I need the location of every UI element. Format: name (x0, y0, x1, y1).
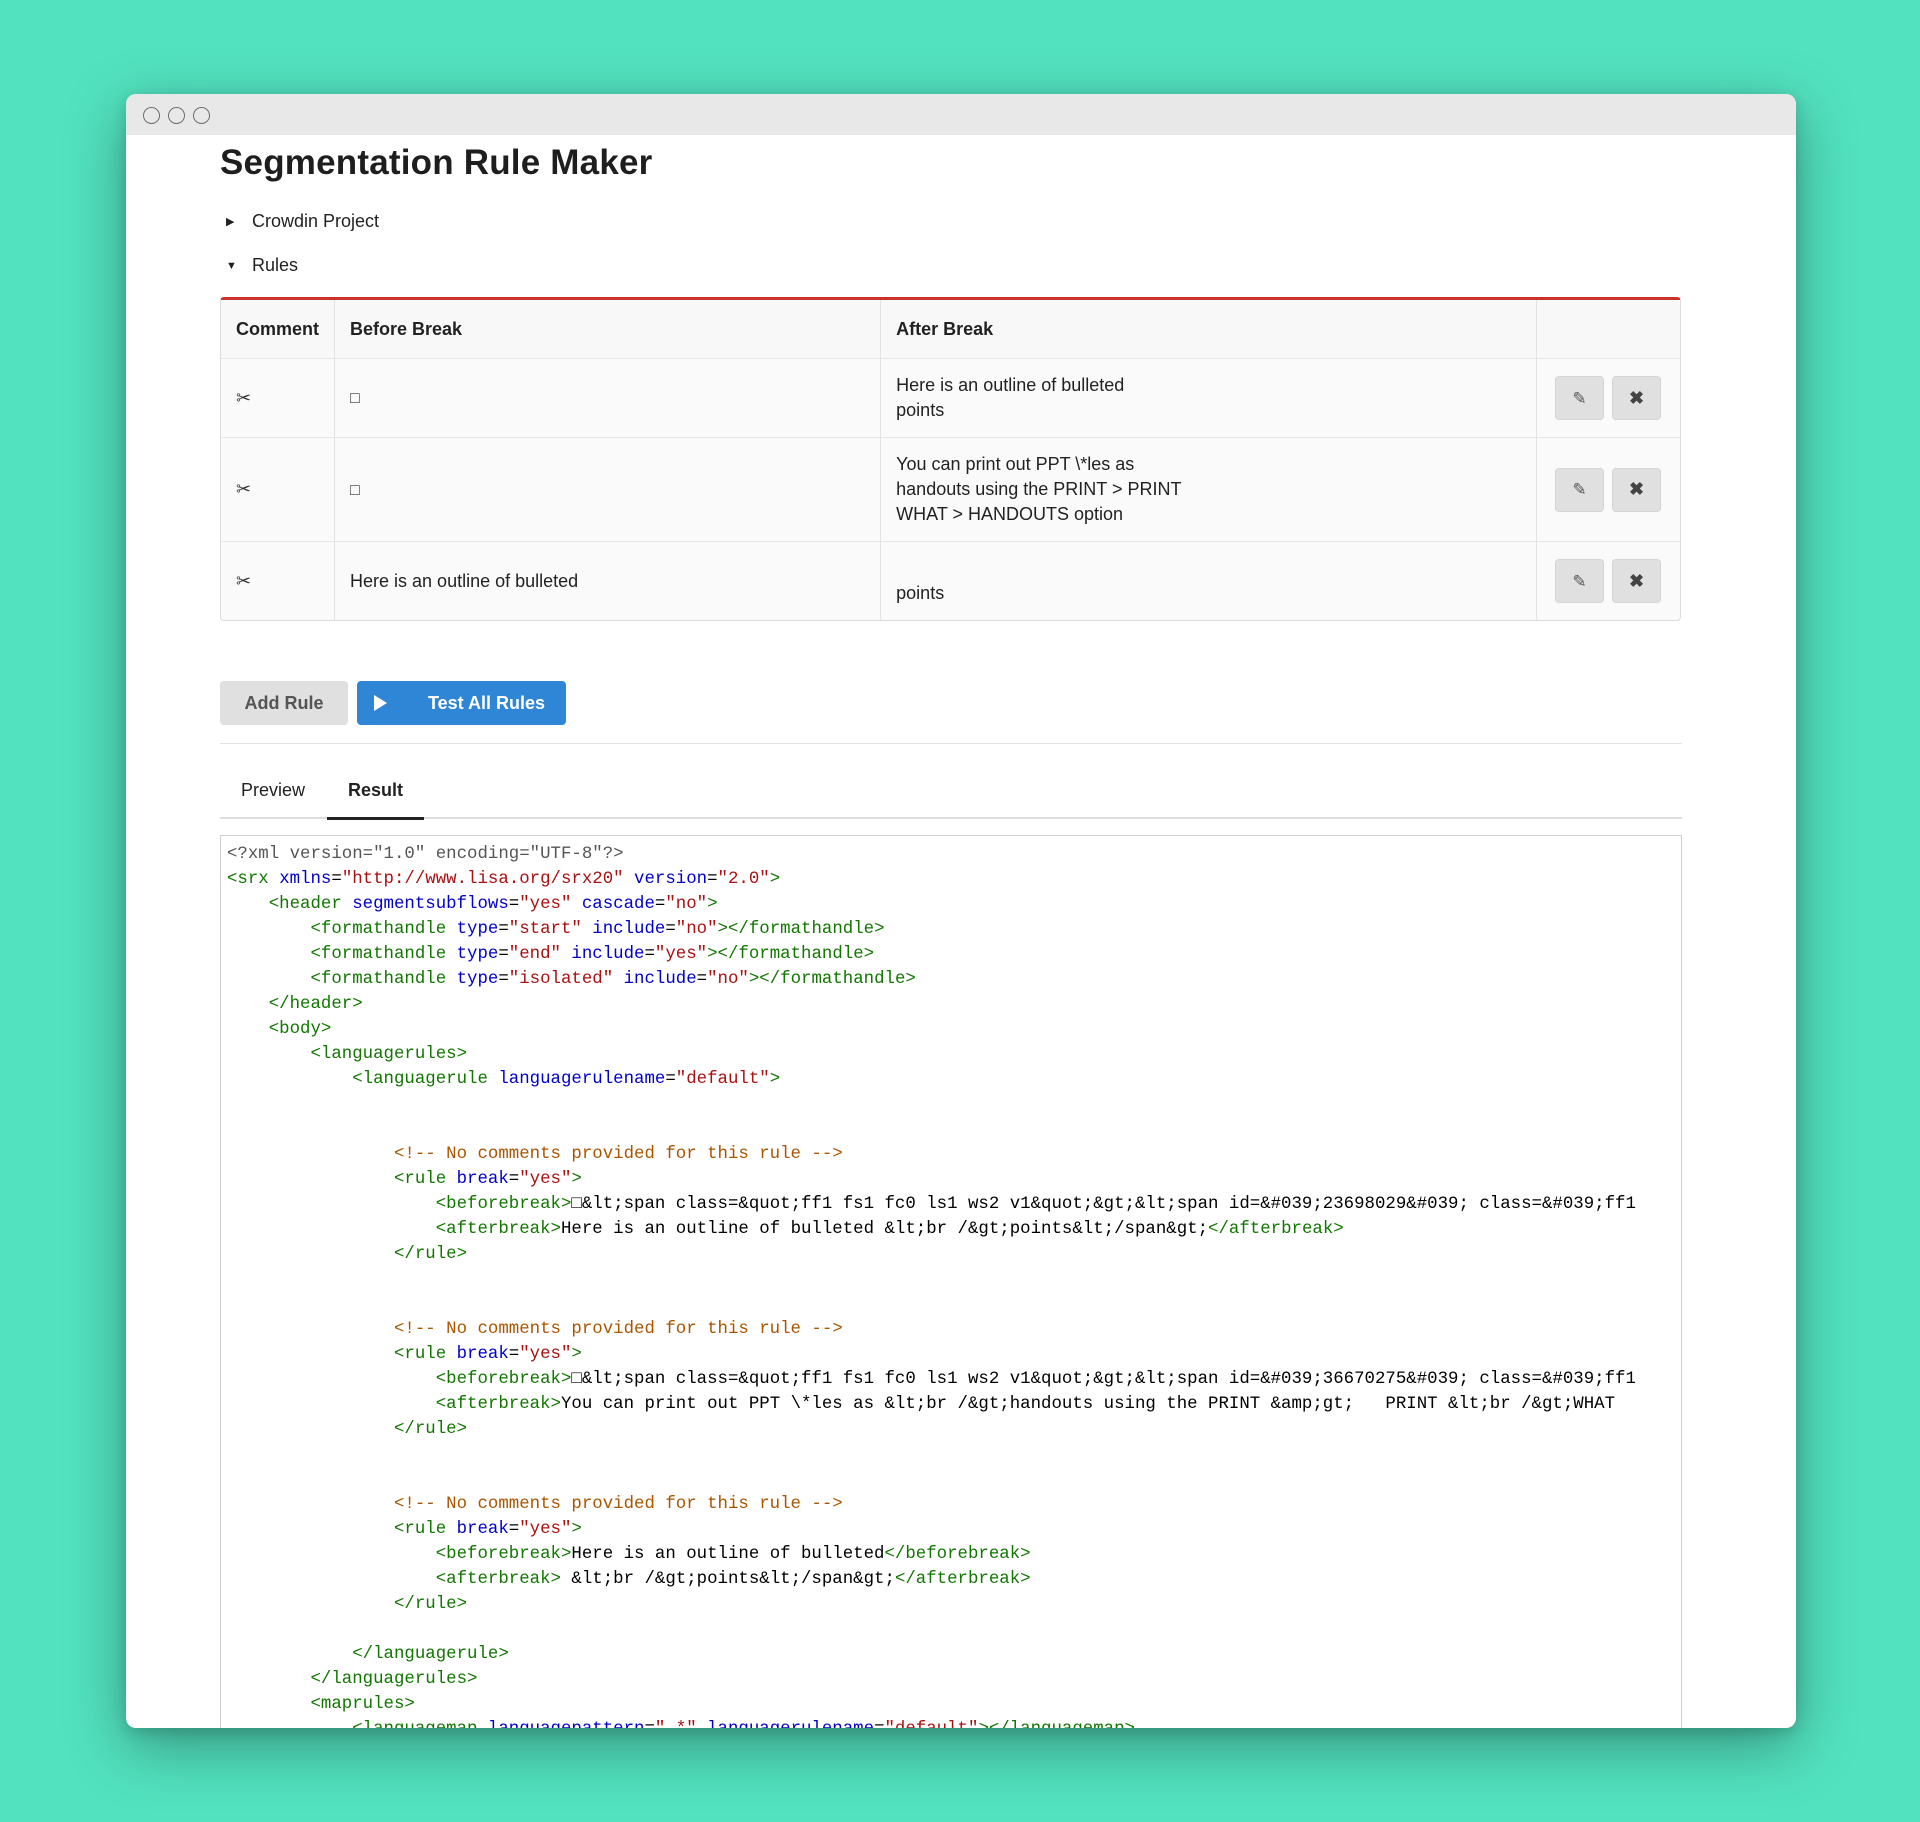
comment-cell: ✂ (221, 438, 336, 542)
table-row: ✂ □ You can print out PPT \*les as hando… (221, 438, 1680, 542)
header-after-break: After Break (881, 300, 1537, 359)
xml-comment: <!-- No comments provided for this rule … (393, 1495, 843, 1514)
maximize-window-control[interactable] (193, 107, 210, 124)
table-row: ✂ □ Here is an outline of bulleted point… (221, 359, 1680, 438)
header-before-break: Before Break (335, 300, 882, 359)
before-break-cell: Here is an outline of bulleted (335, 542, 882, 620)
before-break-cell: □ (335, 359, 882, 438)
triangle-down-icon: ▼ (226, 259, 237, 272)
tab-preview[interactable]: Preview (220, 775, 326, 819)
before-break-cell: □ (335, 438, 882, 542)
edit-icon: ✎ (1572, 480, 1587, 499)
xml-output: <?xml version="1.0" encoding="UTF-8"?> <… (221, 836, 1681, 1728)
language-pattern: ".*" (655, 1720, 697, 1728)
edit-icon: ✎ (1572, 388, 1587, 408)
rule-2-before-code: □&lt;span class=&quot;ff1 fs1 fc0 ls1 ws… (571, 1370, 1636, 1389)
crowdin-project-disclosure[interactable]: ▶ Crowdin Project (220, 211, 379, 232)
close-icon: ✖ (1628, 387, 1645, 408)
after-break-text: Here is an outline of bulleted points (896, 375, 1125, 420)
close-icon: ✖ (1628, 570, 1645, 591)
header-comment: Comment (221, 300, 336, 359)
page-title: Segmentation Rule Maker (220, 143, 653, 182)
after-break-cell: points (881, 542, 1537, 620)
rule-1-before-code: □&lt;span class=&quot;ff1 fs1 fc0 ls1 ws… (571, 1195, 1636, 1214)
after-break-text: You can print out PPT \*les as handouts … (896, 454, 1182, 524)
scissors-icon: ✂ (236, 479, 252, 499)
minimize-window-control[interactable] (168, 107, 185, 124)
language-rule-name: "default" (885, 1720, 979, 1728)
xml-comment: <!-- No comments provided for this rule … (393, 1320, 843, 1339)
edit-icon: ✎ (1572, 571, 1587, 591)
close-icon: ✖ (1628, 479, 1645, 499)
close-window-control[interactable] (143, 107, 160, 124)
play-icon (374, 695, 387, 711)
after-break-cell: You can print out PPT \*les as handouts … (881, 438, 1537, 542)
after-break-cell: Here is an outline of bulleted points (881, 359, 1537, 438)
before-break-text: □ (350, 481, 360, 499)
before-break-text: □ (350, 390, 360, 407)
xml-declaration: <?xml version="1.0" encoding="UTF-8"?> (227, 845, 624, 864)
rule-3-before-code: Here is an outline of bulleted (571, 1545, 885, 1564)
delete-rule-button[interactable]: ✖ (1612, 559, 1661, 603)
delete-rule-button[interactable]: ✖ (1612, 376, 1661, 420)
scissors-icon: ✂ (236, 570, 252, 591)
before-break-text: Here is an outline of bulleted (350, 570, 579, 591)
rule-1-after-code: Here is an outline of bulleted &lt;br /&… (560, 1220, 1209, 1239)
table-header-row: Comment Before Break After Break (221, 300, 1680, 359)
edit-rule-button[interactable]: ✎ (1555, 467, 1604, 512)
header-actions (1537, 300, 1680, 359)
after-break-text: points (896, 583, 945, 603)
divider (220, 743, 1682, 744)
srx-version: "2.0" (717, 870, 770, 889)
delete-rule-button[interactable]: ✖ (1612, 467, 1661, 512)
tab-bar: Preview Result (220, 775, 1682, 820)
actions-cell: ✎ ✖ (1537, 359, 1680, 438)
rules-disclosure[interactable]: ▼ Rules (220, 255, 298, 276)
rules-label: Rules (252, 255, 299, 275)
rule-3-after-code: &lt;br /&gt;points&lt;/span&gt; (560, 1570, 895, 1589)
srx-namespace: "http://www.lisa.org/srx20" (341, 870, 624, 889)
crowdin-project-label: Crowdin Project (252, 211, 380, 231)
table-row: ✂ Here is an outline of bulleted points … (221, 542, 1680, 620)
edit-rule-button[interactable]: ✎ (1555, 376, 1604, 420)
test-all-rules-button[interactable]: Test All Rules (357, 681, 566, 725)
result-code-view[interactable]: <?xml version="1.0" encoding="UTF-8"?> <… (220, 835, 1682, 1728)
scissors-icon: ✂ (236, 387, 252, 408)
actions-cell: ✎ ✖ (1537, 438, 1680, 542)
edit-rule-button[interactable]: ✎ (1555, 559, 1604, 603)
test-all-rules-label: Test All Rules (428, 692, 546, 713)
add-rule-button[interactable]: Add Rule (220, 681, 348, 725)
rule-2-after-code: You can print out PPT \*les as &lt;br /&… (560, 1395, 1616, 1414)
comment-cell: ✂ (221, 359, 336, 438)
tab-result[interactable]: Result (327, 775, 425, 820)
language-rule-name: "default" (675, 1070, 770, 1089)
title-bar (126, 94, 1796, 135)
actions-cell: ✎ ✖ (1537, 542, 1680, 620)
comment-cell: ✂ (221, 542, 336, 620)
triangle-right-icon: ▶ (226, 216, 235, 228)
xml-comment: <!-- No comments provided for this rule … (393, 1145, 843, 1164)
app-window: Segmentation Rule Maker ▶ Crowdin Projec… (126, 94, 1796, 1728)
rules-table: Comment Before Break After Break ✂ □ Her… (220, 297, 1681, 621)
